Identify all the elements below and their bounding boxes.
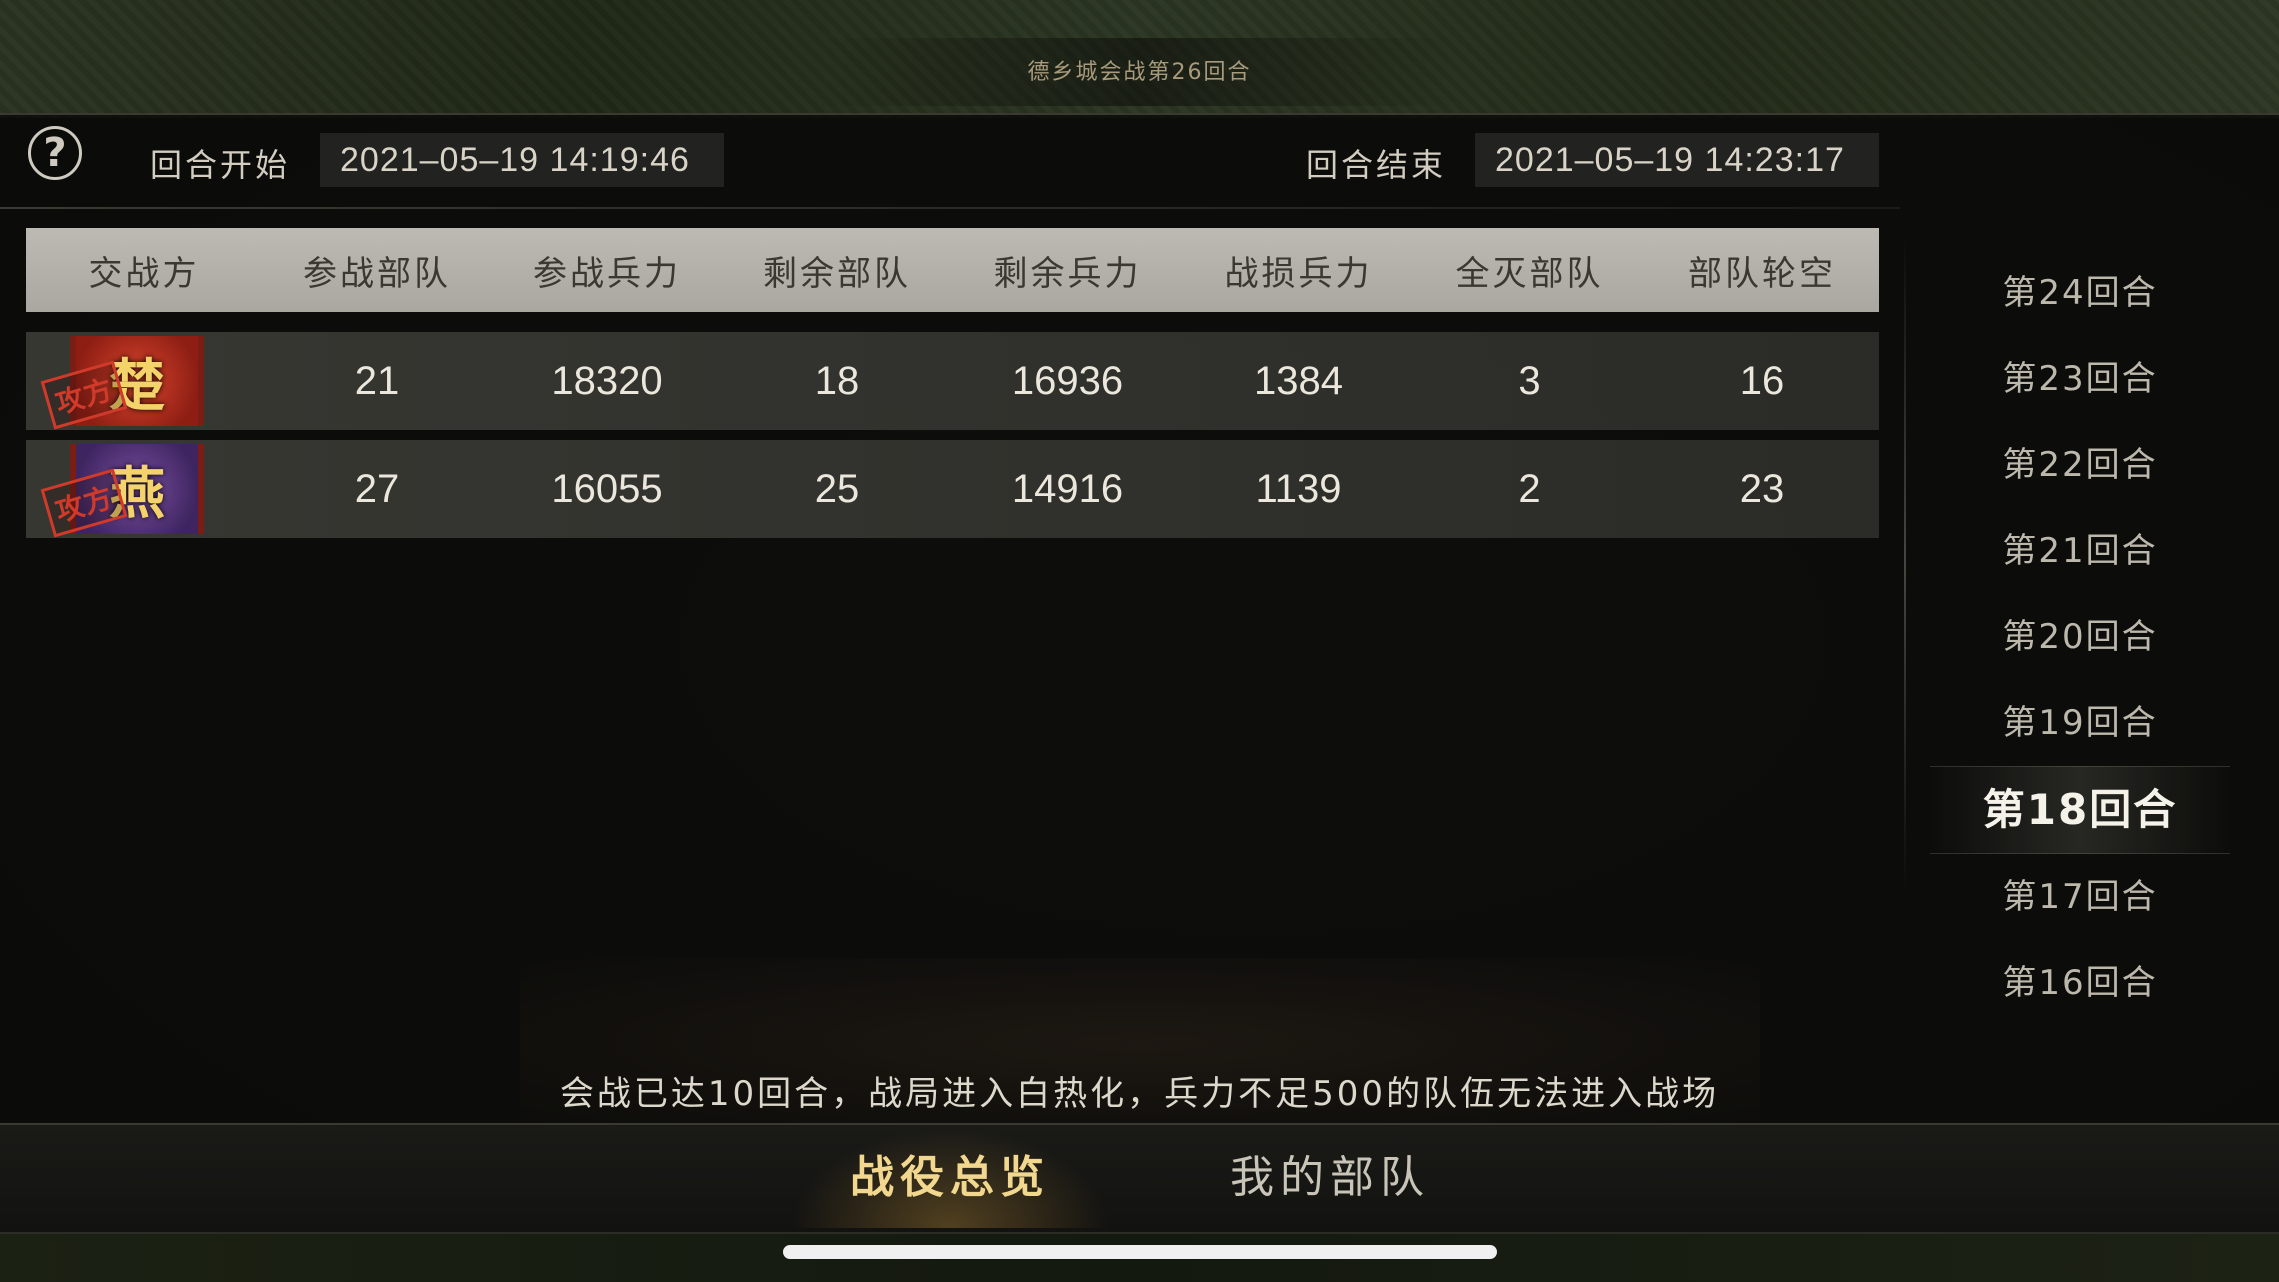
faction-emblem-chu: 楚 攻方 xyxy=(26,332,262,430)
col-header: 参战部队 xyxy=(303,253,451,294)
help-icon[interactable]: ? xyxy=(28,126,82,180)
table-cell: 16 xyxy=(1739,358,1785,403)
col-header: 剩余部队 xyxy=(763,253,911,294)
battle-notice: 会战已达10回合，战局进入白热化，兵力不足500的队伍无法进入战场 xyxy=(559,1074,1720,1114)
col-header: 部队轮空 xyxy=(1688,253,1836,294)
faction-emblem-yan: 燕 攻方 xyxy=(26,440,262,538)
table-cell: 2 xyxy=(1518,466,1541,511)
table-cell: 16055 xyxy=(551,466,663,511)
table-cell: 14916 xyxy=(1011,466,1124,511)
table-row[interactable]: 燕 攻方 27 16055 25 14916 1139 2 23 xyxy=(26,440,1879,538)
table-cell: 18320 xyxy=(551,358,663,403)
table-cell: 3 xyxy=(1518,358,1541,403)
table-cell: 16936 xyxy=(1011,358,1124,403)
tab-battle-overview[interactable]: 战役总览 xyxy=(790,1128,1110,1228)
round-item[interactable]: 第20回合 xyxy=(1930,594,2230,680)
round-item[interactable]: 第17回合 xyxy=(1930,854,2230,940)
table-cell: 21 xyxy=(354,358,400,403)
table-header: 交战方 参战部队 参战兵力 剩余部队 剩余兵力 战损兵力 全灭部队 部队轮空 xyxy=(26,228,1879,312)
table-row[interactable]: 楚 攻方 21 18320 18 16936 1384 3 16 xyxy=(26,332,1879,430)
col-header: 参战兵力 xyxy=(533,253,681,294)
battle-stats-table: 交战方 参战部队 参战兵力 剩余部队 剩余兵力 战损兵力 全灭部队 部队轮空 楚… xyxy=(26,228,1879,538)
round-item[interactable]: 第22回合 xyxy=(1930,422,2230,508)
col-header: 剩余兵力 xyxy=(993,253,1142,294)
round-end-time: 2021–05–19 14:23:17 xyxy=(1475,133,1879,187)
table-cell: 1384 xyxy=(1254,358,1343,403)
round-item[interactable]: 第21回合 xyxy=(1930,508,2230,594)
round-list-divider xyxy=(1904,232,1906,892)
round-item[interactable]: 第19回合 xyxy=(1930,680,2230,766)
col-header: 全灭部队 xyxy=(1455,253,1604,294)
round-start-label: 回合开始 xyxy=(150,146,291,184)
table-cell: 25 xyxy=(814,466,860,511)
round-item[interactable]: 第24回合 xyxy=(1930,250,2230,336)
home-indicator[interactable] xyxy=(783,1245,1497,1259)
header-divider xyxy=(0,207,1900,209)
round-list: 第24回合 第23回合 第22回合 第21回合 第20回合 第19回合 第18回… xyxy=(1930,250,2230,1026)
round-start-time: 2021–05–19 14:19:46 xyxy=(320,133,724,187)
round-item[interactable]: 第16回合 xyxy=(1930,940,2230,1026)
round-item-selected[interactable]: 第18回合 xyxy=(1930,766,2230,854)
bottom-tab-bar xyxy=(0,1123,2279,1234)
battle-title: 德乡城会战第26回合 xyxy=(1027,60,1252,85)
round-end-label: 回合结束 xyxy=(1306,146,1447,184)
col-header: 交战方 xyxy=(88,253,200,294)
table-cell: 1139 xyxy=(1255,466,1342,511)
tab-my-troops[interactable]: 我的部队 xyxy=(1170,1128,1490,1228)
table-cell: 23 xyxy=(1739,466,1785,511)
col-header: 战损兵力 xyxy=(1224,253,1373,294)
table-cell: 27 xyxy=(354,466,400,511)
round-item[interactable]: 第23回合 xyxy=(1930,336,2230,422)
table-cell: 18 xyxy=(814,358,860,403)
